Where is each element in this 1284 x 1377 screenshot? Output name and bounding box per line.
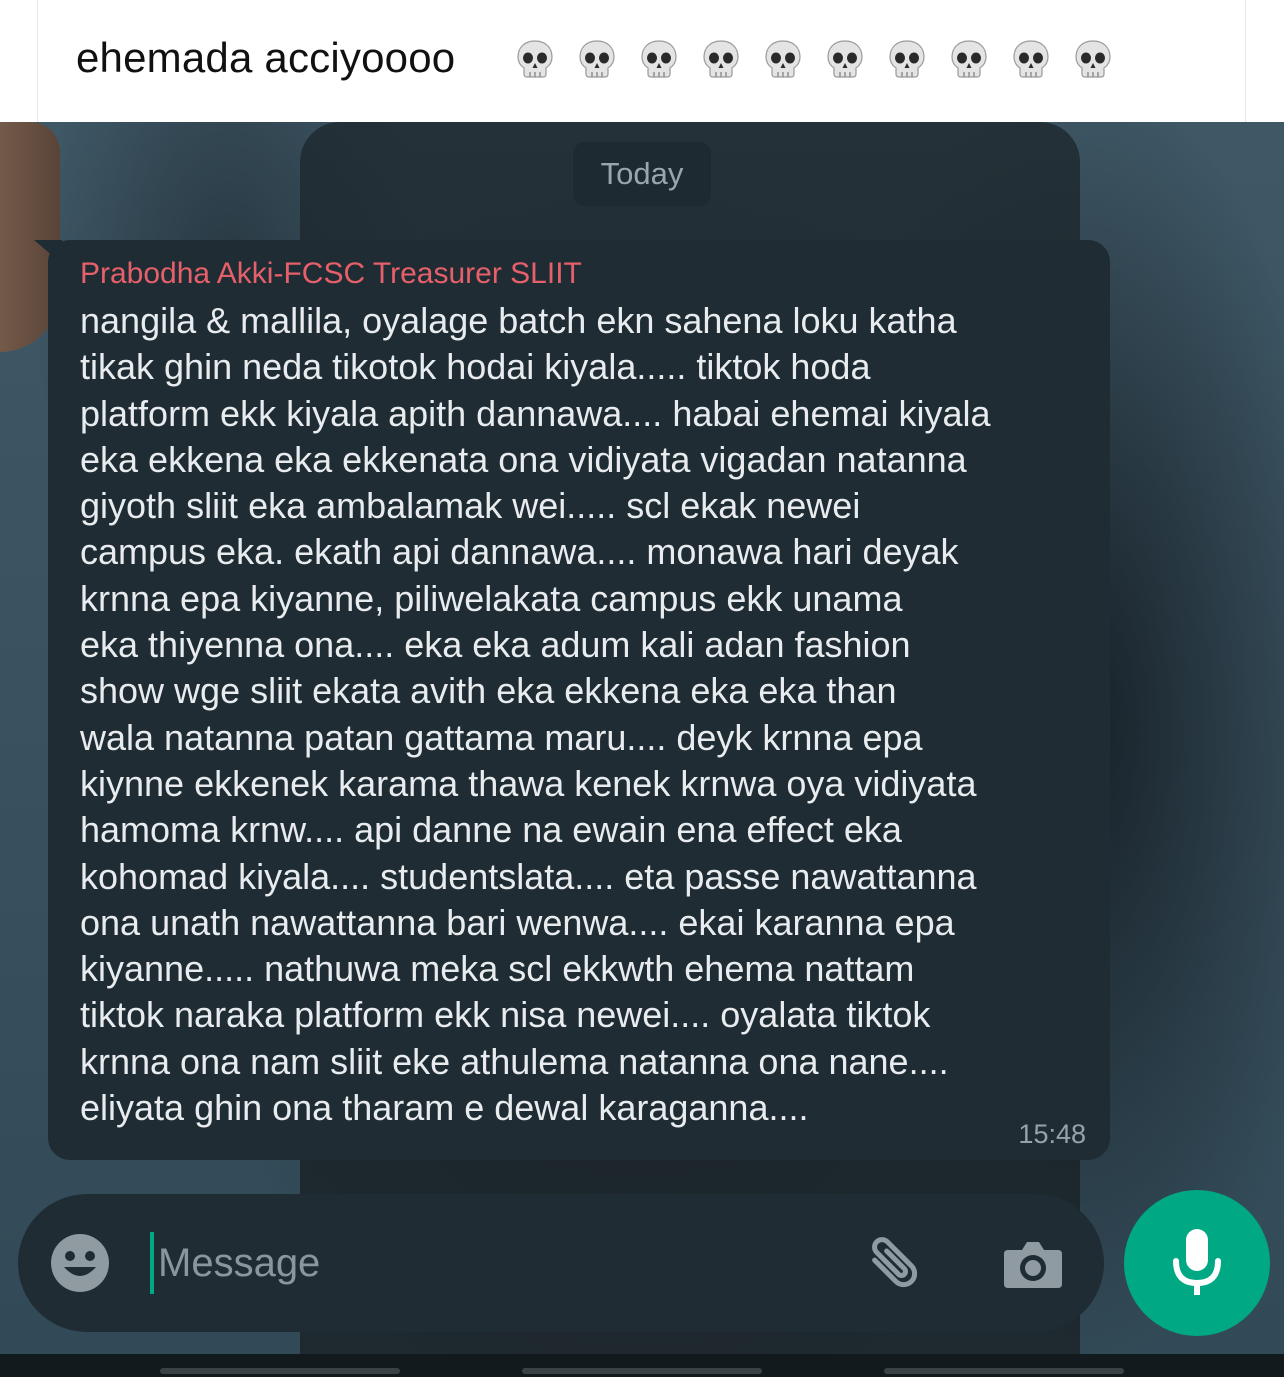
microphone-icon[interactable] (1124, 1190, 1270, 1336)
screenshot-page: ehemada acciyoooo Today Prabodha Akki-FC… (0, 0, 1284, 1377)
message-text: nangila & mallila, oyalage batch ekn sah… (80, 298, 1080, 1131)
skull-icon (886, 38, 928, 80)
skull-icon (514, 38, 556, 80)
date-chip: Today (573, 142, 711, 206)
message-line: krnna ona nam sliit eke athulema natanna… (80, 1040, 949, 1082)
message-line: giyoth sliit eka ambalamak wei..... scl … (80, 485, 861, 527)
nav-indicator (522, 1368, 762, 1374)
message-line: kohomad kiyala.... studentslata.... eta … (80, 855, 977, 897)
message-line: platform ekk kiyala apith dannawa.... ha… (80, 392, 991, 434)
message-line: ona unath nawattanna bari wenwa.... ekai… (80, 901, 955, 943)
skull-icon (1010, 38, 1052, 80)
message-bubble[interactable]: Prabodha Akki-FCSC Treasurer SLIIT nangi… (48, 240, 1110, 1160)
caption-text: ehemada acciyoooo (76, 34, 456, 81)
message-line: eliyata ghin ona tharam e dewal karagann… (80, 1087, 809, 1129)
skull-icon (948, 38, 990, 80)
nav-indicator (884, 1368, 1124, 1374)
message-line: krnna epa kiyanne, piliwelakata campus e… (80, 577, 903, 619)
message-line: eka ekkena eka ekkenata ona vidiyata vig… (80, 438, 967, 480)
message-line: nangila & mallila, oyalage batch ekn sah… (80, 300, 957, 341)
caption-strip: ehemada acciyoooo (0, 0, 1284, 122)
skull-icon (700, 38, 742, 80)
message-time: 15:48 (1018, 1119, 1086, 1149)
message-input[interactable] (154, 1224, 812, 1302)
message-line: show wge sliit ekata avith eka ekkena ek… (80, 670, 897, 712)
message-line: hamoma krnw.... api danne na ewain ena e… (80, 809, 902, 851)
divider (1245, 0, 1246, 122)
message-line: kiyanne..... nathuwa meka scl ekkwth ehe… (80, 948, 915, 990)
nav-indicator (160, 1368, 400, 1374)
message-line: tikak ghin neda tikotok hodai kiyala....… (80, 346, 871, 388)
sender-name[interactable]: Prabodha Akki-FCSC Treasurer SLIIT (80, 254, 1080, 294)
paperclip-icon[interactable] (858, 1228, 928, 1298)
skull-icon (762, 38, 804, 80)
message-line: kiynne ekkenek karama thawa kenek krnwa … (80, 762, 977, 804)
message-line: eka thiyenna ona.... eka eka adum kali a… (80, 624, 911, 666)
camera-icon[interactable] (998, 1228, 1068, 1298)
divider (37, 0, 38, 122)
skull-icon (576, 38, 618, 80)
smiley-icon[interactable] (48, 1231, 112, 1295)
skull-icon (638, 38, 680, 80)
chat-area[interactable]: Today Prabodha Akki-FCSC Treasurer SLIIT… (0, 122, 1284, 1354)
message-composer (18, 1194, 1104, 1332)
skull-icon (824, 38, 866, 80)
skull-icon (1072, 38, 1114, 80)
message-line: wala natanna patan gattama maru.... deyk… (80, 716, 923, 758)
message-line: campus eka. ekath api dannawa.... monawa… (80, 531, 959, 573)
system-nav-bar (0, 1354, 1284, 1377)
skull-emoji-row (514, 38, 1114, 80)
message-line: tiktok naraka platform ekk nisa newei...… (80, 994, 931, 1036)
